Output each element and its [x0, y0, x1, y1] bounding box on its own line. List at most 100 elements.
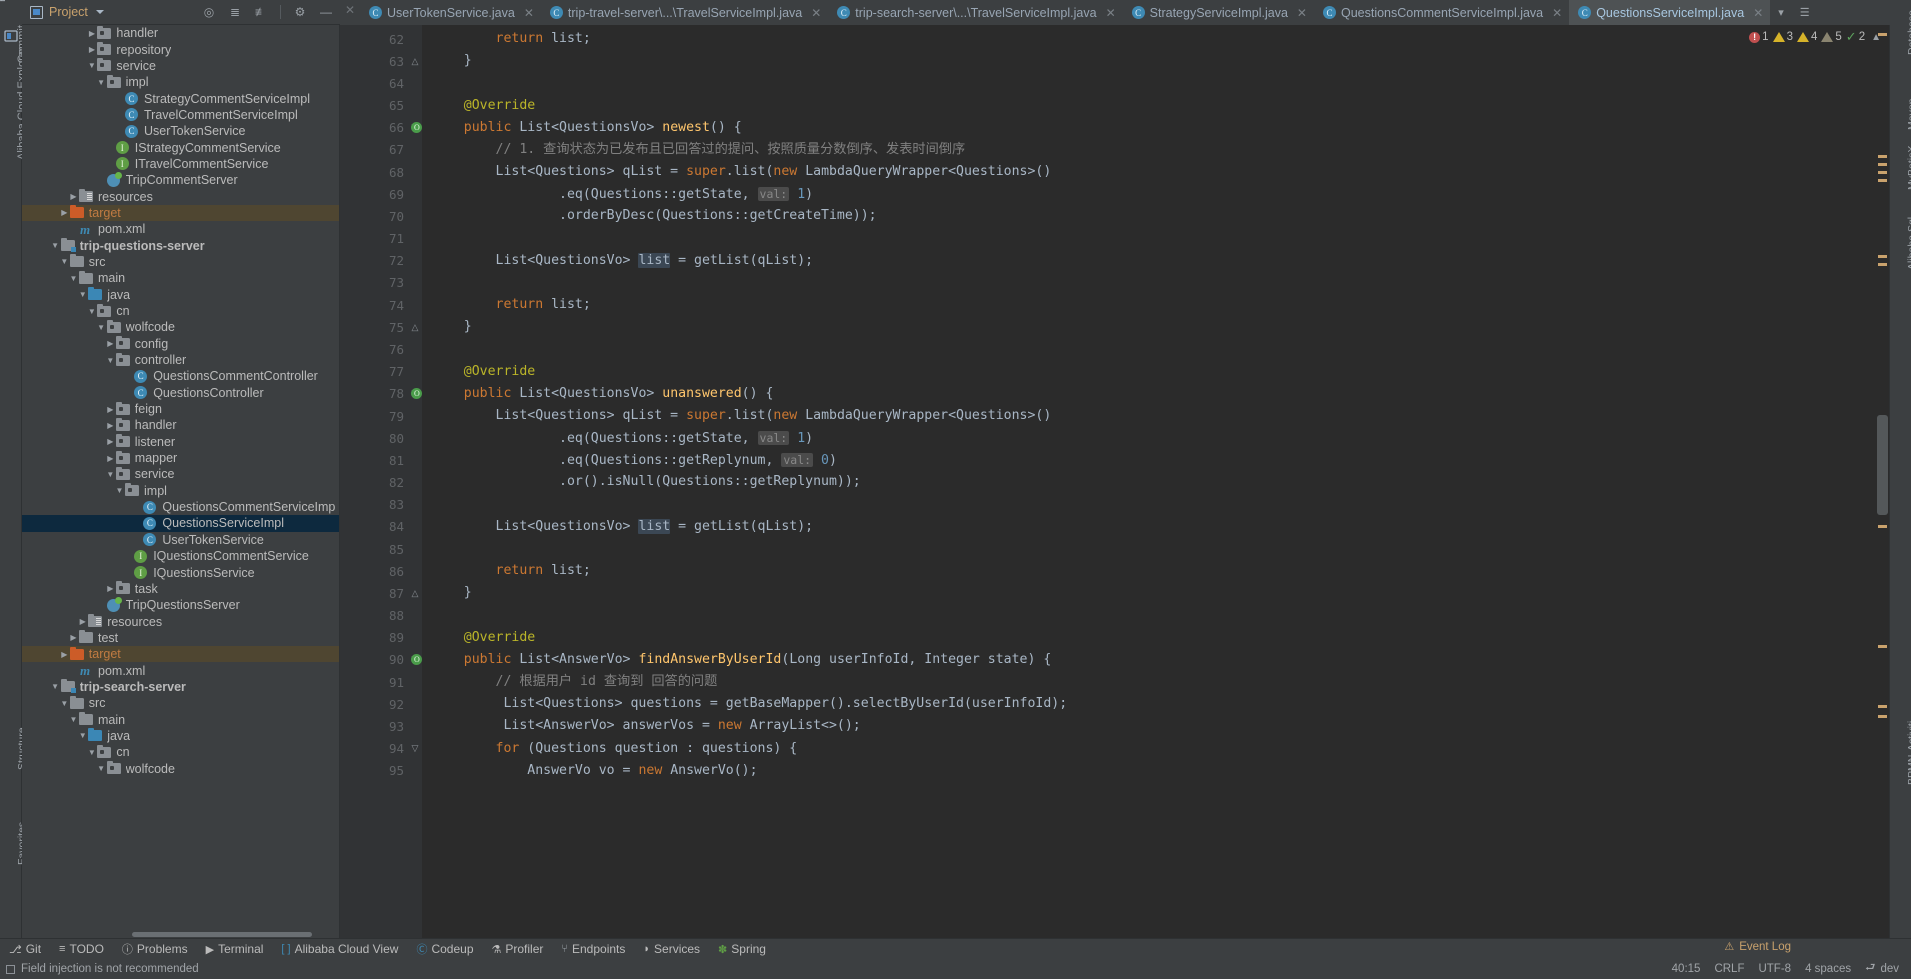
chevron-right-icon[interactable]: ▶ [68, 192, 79, 201]
chevron-up-icon[interactable]: ▲ [1871, 32, 1881, 43]
chevron-down-icon[interactable]: ▼ [86, 61, 97, 70]
line-number[interactable]: 89 [340, 627, 408, 649]
code-line[interactable]: .orderByDesc(Questions::getCreateTime)); [422, 205, 1876, 227]
mybatisx-rail-label[interactable]: MyBatisX [1906, 146, 1911, 190]
code-line[interactable]: AnswerVo vo = new AnswerVo(); [422, 760, 1876, 782]
tree-row[interactable]: ▼ wolfcode [22, 760, 339, 776]
tree-row[interactable]: ▶ feign [22, 401, 339, 417]
line-number[interactable]: 75 [340, 316, 408, 338]
code-line[interactable]: // 根据用户 id 查询到 回答的问题 [422, 671, 1876, 693]
chevron-right-icon[interactable]: ▶ [77, 617, 88, 626]
tool-window-endpoints[interactable]: ⑂ Endpoints [552, 939, 634, 960]
tab-close-all-icon[interactable]: ✕ [340, 0, 360, 20]
close-icon[interactable]: ✕ [524, 6, 534, 20]
code-line[interactable]: public List<AnswerVo> findAnswerByUserId… [422, 649, 1876, 671]
fold-start-icon[interactable]: ▽ [408, 738, 422, 760]
line-number[interactable]: 78O↑ [340, 383, 430, 405]
chevron-right-icon[interactable]: ▶ [105, 437, 116, 446]
collapse-all-icon[interactable]: ≢ [251, 2, 271, 22]
error-count[interactable]: ! 1 [1749, 31, 1769, 43]
tree-row[interactable]: ▼ trip-questions-server [22, 237, 339, 253]
line-number[interactable]: 77 [340, 361, 408, 383]
chevron-down-icon[interactable]: ▼ [50, 682, 61, 691]
tree-row[interactable]: ▼ src [22, 254, 339, 270]
line-separator[interactable]: CRLF [1714, 963, 1744, 975]
line-number[interactable]: 90O↑ [340, 649, 430, 671]
tool-window-spring[interactable]: ✽ Spring [709, 939, 775, 960]
gear-icon[interactable]: ⚙ [290, 2, 310, 22]
bpmn-activiti-rail-label[interactable]: BPMN-Activiti [1906, 721, 1911, 785]
code-line[interactable]: return list; [422, 28, 1876, 50]
code-line[interactable]: return list; [422, 294, 1876, 316]
chevron-right-icon[interactable]: ▶ [59, 208, 70, 217]
tree-row[interactable]: ▶ target [22, 646, 339, 663]
code-line[interactable]: } [422, 582, 1876, 604]
tree-row[interactable]: m pom.xml [22, 662, 339, 678]
tree-row[interactable]: ▶ mapper [22, 450, 339, 466]
chevron-down-icon[interactable]: ▼ [68, 715, 79, 724]
line-number[interactable]: 91 [340, 671, 408, 693]
line-number[interactable]: 83 [340, 494, 408, 516]
line-number[interactable]: 73 [340, 272, 408, 294]
chevron-right-icon[interactable]: ▶ [86, 45, 97, 54]
line-number[interactable]: 82 [340, 471, 408, 493]
code-line[interactable]: } [422, 316, 1876, 338]
chevron-down-icon[interactable] [95, 10, 104, 14]
tree-row[interactable]: ▶ listener [22, 434, 339, 450]
tree-row[interactable]: m pom.xml [22, 221, 339, 237]
chevron-right-icon[interactable]: ▶ [105, 584, 116, 593]
tool-window-git[interactable]: ⎇ Git [0, 939, 50, 960]
tool-window-profiler[interactable]: ⚗ Profiler [483, 939, 553, 960]
close-icon[interactable]: ✕ [1552, 6, 1562, 20]
tree-row[interactable]: ▼ java [22, 287, 339, 303]
chevron-down-icon[interactable]: ▼ [59, 699, 70, 708]
code-content[interactable]: return list; } @Override public List<Que… [422, 25, 1876, 938]
line-number[interactable]: 72 [340, 250, 408, 272]
line-number[interactable]: 70 [340, 205, 408, 227]
tree-row[interactable]: ▼ trip-search-server [22, 679, 339, 695]
marker-stripe[interactable] [1878, 263, 1887, 266]
code-editor[interactable]: 6263646566O↑676869707172737475767778O↑79… [340, 25, 1889, 938]
tree-row[interactable]: ▶ handler [22, 25, 339, 41]
line-number[interactable]: 66O↑ [340, 117, 430, 139]
line-number[interactable]: 88 [340, 604, 408, 626]
git-branch[interactable]: ⮐ dev [1865, 960, 1899, 979]
marker-stripe[interactable] [1878, 171, 1887, 174]
tree-row[interactable]: C QuestionsServiceImpl [22, 515, 339, 532]
line-number[interactable]: 71 [340, 228, 408, 250]
fold-end-icon[interactable]: △ [408, 50, 422, 72]
alibaba-sql-rail-label[interactable]: Alibaba Sql [1906, 217, 1911, 270]
line-number[interactable]: 92 [340, 693, 408, 715]
tree-row[interactable]: ▼ impl [22, 483, 339, 499]
tool-window-problems[interactable]: ⓘ Problems [113, 939, 197, 960]
code-line[interactable]: List<AnswerVo> answerVos = new ArrayList… [422, 715, 1876, 737]
chevron-right-icon[interactable]: ▶ [59, 650, 70, 659]
project-tree[interactable]: ▶ handler ▶ repository ▼ service ▼ impl C Strateg… [22, 25, 340, 938]
fold-end-icon[interactable]: △ [408, 582, 422, 604]
editor-tab-questionsserviceimpl[interactable]: C QuestionsServiceImpl.java ✕ [1569, 0, 1771, 25]
indent-setting[interactable]: 4 spaces [1805, 963, 1851, 975]
chevron-down-icon[interactable]: ▼ [96, 764, 107, 773]
tree-row[interactable]: I IStrategyCommentService [22, 139, 339, 155]
line-number[interactable]: 81 [340, 449, 408, 471]
line-number[interactable]: 63 [340, 50, 408, 72]
chevron-down-icon[interactable]: ▼ [114, 486, 125, 495]
code-line[interactable]: .or().isNull(Questions::getReplynum)); [422, 471, 1876, 493]
project-rail-label[interactable]: Project [0, 0, 8, 2]
editor-markers-bar[interactable] [1876, 25, 1889, 938]
line-number-gutter[interactable]: 6263646566O↑676869707172737475767778O↑79… [340, 25, 430, 938]
file-encoding[interactable]: UTF-8 [1758, 963, 1791, 975]
crosshair-icon[interactable]: ◎ [199, 2, 219, 22]
chevron-down-icon[interactable]: ▼ [59, 257, 70, 266]
code-line[interactable] [422, 604, 1876, 626]
line-number[interactable]: 64 [340, 72, 408, 94]
tree-row[interactable]: ▼ main [22, 711, 339, 727]
tool-window-codeup[interactable]: Ⓒ Codeup [407, 939, 482, 960]
tree-row[interactable]: ▶ repository [22, 41, 339, 57]
chevron-right-icon[interactable]: ▶ [105, 339, 116, 348]
tree-row[interactable]: ▼ impl [22, 74, 339, 90]
tree-row[interactable]: ▼ controller [22, 352, 339, 368]
code-line[interactable]: List<QuestionsVo> list = getList(qList); [422, 516, 1876, 538]
caret-position[interactable]: 40:15 [1672, 963, 1701, 975]
tab-layout-icon[interactable]: ☰ [1792, 0, 1818, 25]
